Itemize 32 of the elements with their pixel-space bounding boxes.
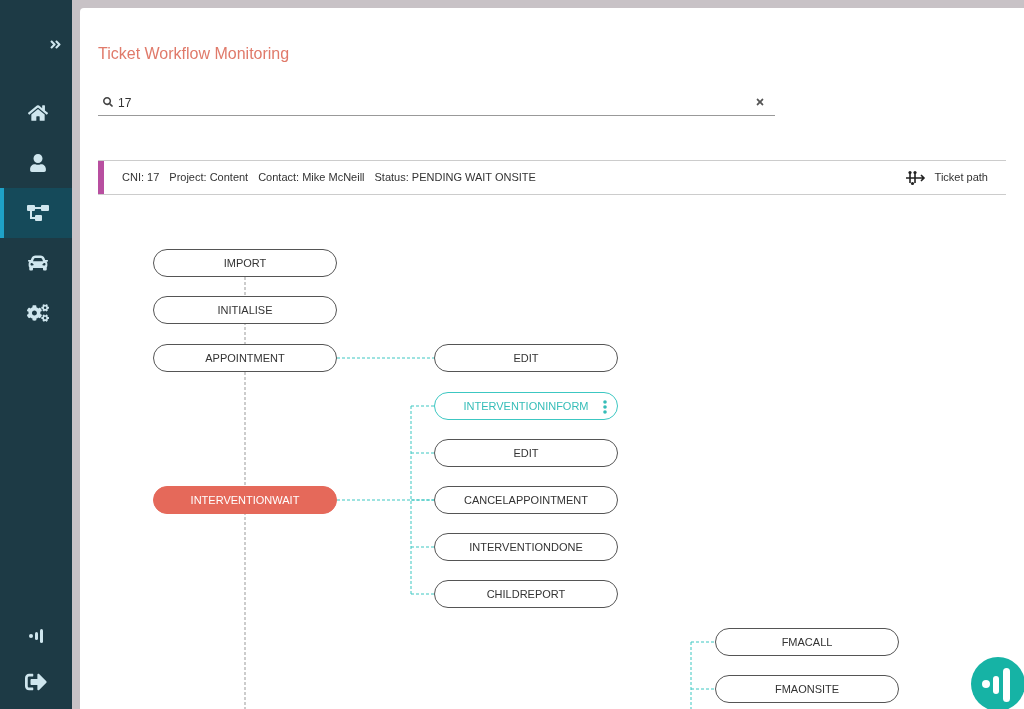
search-field[interactable]: 17	[98, 91, 775, 116]
logo-icon[interactable]	[970, 656, 1024, 709]
gears-icon	[27, 302, 49, 324]
ticket-field: CNI: 17	[122, 169, 160, 186]
double-chevron-icon	[49, 38, 62, 51]
workflow-node[interactable]: IMPORT	[153, 249, 337, 277]
ticket-field: Contact: Mike McNeill	[258, 169, 365, 186]
workflow-node[interactable]: FMACALL	[715, 628, 899, 656]
search-icon	[103, 97, 113, 107]
workflow-node[interactable]: INITIALISE	[153, 296, 337, 324]
page-title: Ticket Workflow Monitoring	[98, 44, 291, 64]
workflow-node[interactable]: CANCELAPPOINTMENT	[434, 486, 618, 514]
workflow-icon	[27, 204, 49, 222]
accent-bar	[98, 161, 104, 194]
home-icon	[28, 103, 48, 123]
close-icon[interactable]	[755, 97, 765, 107]
logout-icon	[25, 671, 47, 693]
car-icon	[28, 253, 48, 273]
user-icon	[29, 154, 47, 172]
workflow-node[interactable]: INTERVENTIONDONE	[434, 533, 618, 561]
workflow-node[interactable]: FMAONSITE	[715, 675, 899, 703]
ticket-path-button[interactable]: Ticket path	[904, 169, 1006, 186]
ticket-field: Project: Content	[169, 169, 249, 186]
ticket-field: Status: PENDING WAIT ONSITE	[374, 169, 536, 186]
workflow-node[interactable]: EDIT	[434, 344, 618, 372]
workflow-node[interactable]: APPOINTMENT	[153, 344, 337, 372]
bars-icon	[28, 628, 44, 644]
workflow-node[interactable]: EDIT	[434, 439, 618, 467]
workflow-node[interactable]: CHILDREPORT	[434, 580, 618, 608]
branch-arrows-icon	[904, 169, 927, 186]
connector-line	[690, 641, 716, 709]
nav-item[interactable]	[0, 188, 72, 238]
